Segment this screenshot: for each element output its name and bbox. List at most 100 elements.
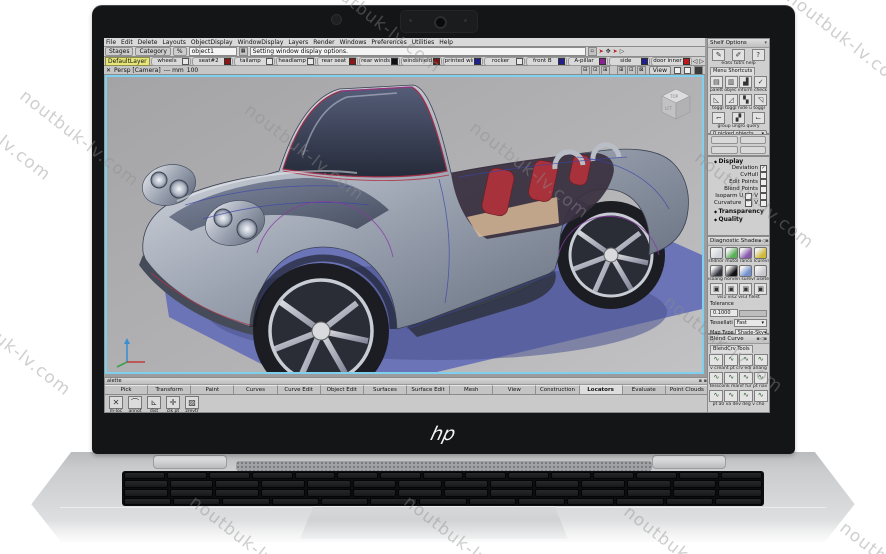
menu-edit[interactable]: Edit [121, 39, 133, 46]
shelf-icon-tutrs[interactable]: ✐ [732, 49, 745, 61]
layer-chip[interactable]: headlamp [276, 57, 317, 66]
layer-color-swatch[interactable] [391, 58, 398, 65]
stages-button[interactable]: Stages [105, 47, 133, 56]
layer-chip[interactable]: seat#2 [192, 57, 233, 66]
tab-surface-edit[interactable]: Surface Edit [407, 385, 450, 394]
keyboard-key[interactable] [581, 480, 625, 488]
keyboard-key[interactable] [718, 489, 762, 497]
shelf-tool-icon[interactable]: ▚ [739, 94, 752, 106]
diag-shader-icon[interactable] [754, 247, 767, 259]
keyboard-key[interactable] [124, 480, 168, 488]
viewcube[interactable]: TOP LFT [656, 83, 696, 123]
menu-help[interactable]: Help [439, 39, 453, 46]
tab-construction[interactable]: Construction [536, 385, 579, 394]
keyboard-key[interactable] [465, 472, 506, 479]
3d-viewport[interactable]: TOP LFT [105, 75, 704, 374]
layer-checkbox[interactable] [516, 58, 523, 65]
shelf-button[interactable] [711, 146, 738, 154]
blend-tool-icon[interactable]: ∿ [739, 354, 753, 366]
viewport-close-icon[interactable]: ✕ [106, 67, 111, 74]
blend-tool-icon[interactable]: ∿ [739, 372, 753, 384]
layer-chip[interactable]: door inner [651, 57, 692, 66]
layer-chip[interactable]: A-pillar [568, 57, 609, 66]
keyboard-key[interactable] [490, 480, 534, 488]
tab-blendcrv-tools[interactable]: BlendCrv Tools [710, 345, 753, 353]
shelf-tool-icon[interactable]: ▥ [725, 76, 738, 88]
layer-checkbox[interactable] [266, 58, 273, 65]
keyboard-key[interactable] [261, 480, 305, 488]
keyboard-key[interactable] [636, 472, 677, 479]
keyboard-key[interactable] [423, 472, 464, 479]
keyboard-key[interactable] [124, 498, 171, 505]
keyboard-key[interactable] [167, 472, 208, 479]
category-button[interactable]: Category [135, 47, 170, 56]
display-checkbox[interactable] [760, 186, 767, 193]
menu-layouts[interactable]: Layouts [162, 39, 186, 46]
tab-view[interactable]: View [493, 385, 536, 394]
keyboard-key[interactable] [222, 498, 269, 505]
blend-tool-icon[interactable]: ∿ [709, 390, 723, 402]
viewport-title[interactable]: Persp [Camera] [114, 67, 161, 74]
layer-chip[interactable]: rocker [484, 57, 525, 66]
keyboard-key[interactable] [353, 489, 397, 497]
layer-scroll-arrows[interactable]: ◁ ▷ [693, 58, 704, 65]
layer-chip[interactable]: side [609, 57, 650, 66]
layer-color-swatch[interactable] [641, 58, 648, 65]
view-button[interactable]: View [649, 66, 671, 75]
keyboard-key[interactable] [272, 498, 319, 505]
vis-button-vis2[interactable]: ▣ [725, 283, 738, 295]
keyboard-key[interactable] [490, 489, 534, 497]
display-checkbox[interactable] [760, 172, 767, 179]
keyboard-key[interactable] [170, 480, 214, 488]
blend-tool-icon[interactable]: ∿ [709, 354, 723, 366]
keyboard-key[interactable] [469, 498, 516, 505]
tool-m-loc[interactable]: ✕m-loc [108, 396, 124, 413]
move-cursor-icon[interactable]: ✥ [606, 48, 611, 55]
keyboard-key[interactable] [353, 480, 397, 488]
diag-window-controls[interactable]: ▪◁▪ [758, 237, 769, 245]
blend-tool-icon[interactable]: ∿ [754, 354, 768, 366]
layer-chip[interactable]: rear seat [317, 57, 358, 66]
keyboard-key[interactable] [337, 472, 378, 479]
layer-color-swatch[interactable] [558, 58, 565, 65]
menu-preferences[interactable]: Preferences [371, 39, 406, 46]
keyboard-key[interactable] [170, 489, 214, 497]
tab-paint[interactable]: Paint [191, 385, 234, 394]
play-icon[interactable]: ▷ [620, 48, 625, 55]
options-grid-icon[interactable]: ▦ [239, 47, 248, 56]
shelf-icon-edits[interactable]: ✎ [712, 49, 725, 61]
menu-utilities[interactable]: Utilities [412, 39, 435, 46]
tool-annot[interactable]: ⌒annot [127, 396, 143, 413]
layer-color-swatch[interactable] [474, 58, 481, 65]
tab-surfaces[interactable]: Surfaces [364, 385, 407, 394]
layer-color-swatch[interactable] [599, 58, 606, 65]
blend-tool-icon[interactable]: ∿ [709, 372, 723, 384]
keyboard-key[interactable] [718, 480, 762, 488]
shelf-tool-icon[interactable]: ◿ [725, 94, 738, 106]
tab-mesh[interactable]: Mesh [450, 385, 493, 394]
menu-file[interactable]: File [106, 39, 116, 46]
keyboard-key[interactable] [673, 489, 717, 497]
menu-layers[interactable]: Layers [288, 39, 308, 46]
small-window-icon[interactable]: ▫ [588, 47, 597, 56]
shelf-title-arrow[interactable]: ▾ [764, 39, 767, 47]
layer-chip[interactable]: rear windshield [359, 57, 400, 66]
keyboard-key[interactable] [627, 489, 671, 497]
layer-chip[interactable]: printed windsh [443, 57, 484, 66]
view-checkbox[interactable] [684, 67, 691, 74]
diag-shader-icon[interactable] [725, 265, 738, 277]
diag-shader-icon[interactable] [725, 247, 738, 259]
layer-checkbox[interactable] [182, 58, 189, 65]
keyboard-key[interactable] [444, 480, 488, 488]
keyboard-key[interactable] [398, 480, 442, 488]
menu-render[interactable]: Render [313, 39, 334, 46]
keyboard-key[interactable] [535, 480, 579, 488]
layer-color-swatch[interactable] [683, 58, 690, 65]
layer-color-swatch[interactable] [224, 58, 231, 65]
palette-window-controls[interactable]: ▪ ▪ [699, 378, 707, 384]
keyboard-key[interactable] [307, 480, 351, 488]
layer-checkbox[interactable] [307, 58, 314, 65]
default-layer-chip[interactable]: DefaultLayer [105, 57, 150, 66]
keyboard-key[interactable] [124, 489, 168, 497]
display-checkbox[interactable] [760, 193, 767, 200]
